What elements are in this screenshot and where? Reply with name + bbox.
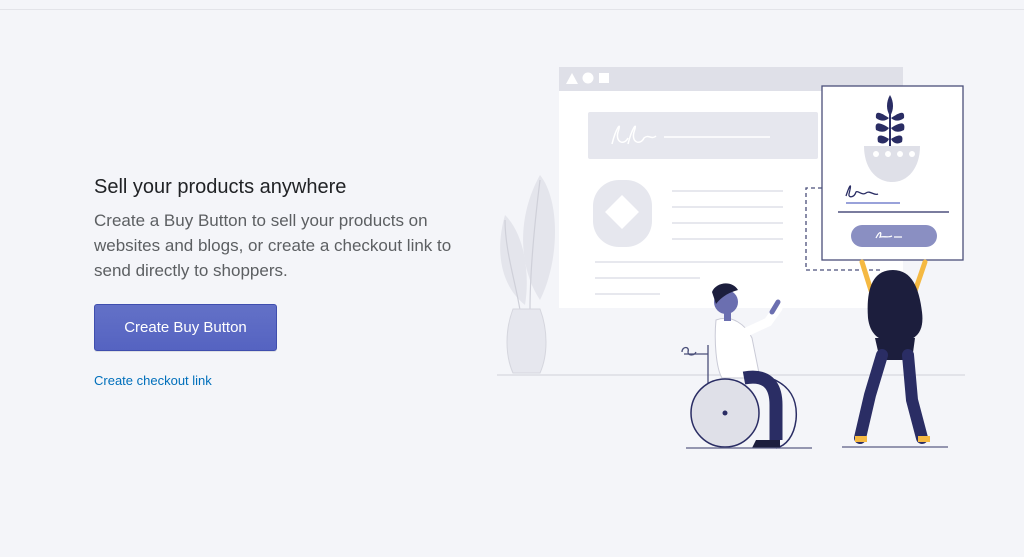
empty-state-illustration (497, 67, 965, 449)
vase-icon (506, 308, 547, 374)
square-icon (599, 73, 609, 83)
empty-state-description: Create a Buy Button to sell your product… (94, 211, 452, 280)
product-card-icon (821, 85, 964, 261)
create-buy-button[interactable]: Create Buy Button (94, 304, 277, 351)
wheelchair-user-icon (681, 283, 798, 449)
create-checkout-link[interactable]: Create checkout link (94, 373, 212, 388)
plant-icon (500, 175, 555, 305)
page: Sell your products anywhere Create a Buy… (0, 0, 1024, 557)
top-divider (0, 9, 1024, 10)
empty-state-content: Sell your products anywhere Create a Buy… (94, 172, 484, 390)
empty-state-heading: Sell your products anywhere (94, 176, 347, 198)
circle-icon (582, 72, 594, 84)
